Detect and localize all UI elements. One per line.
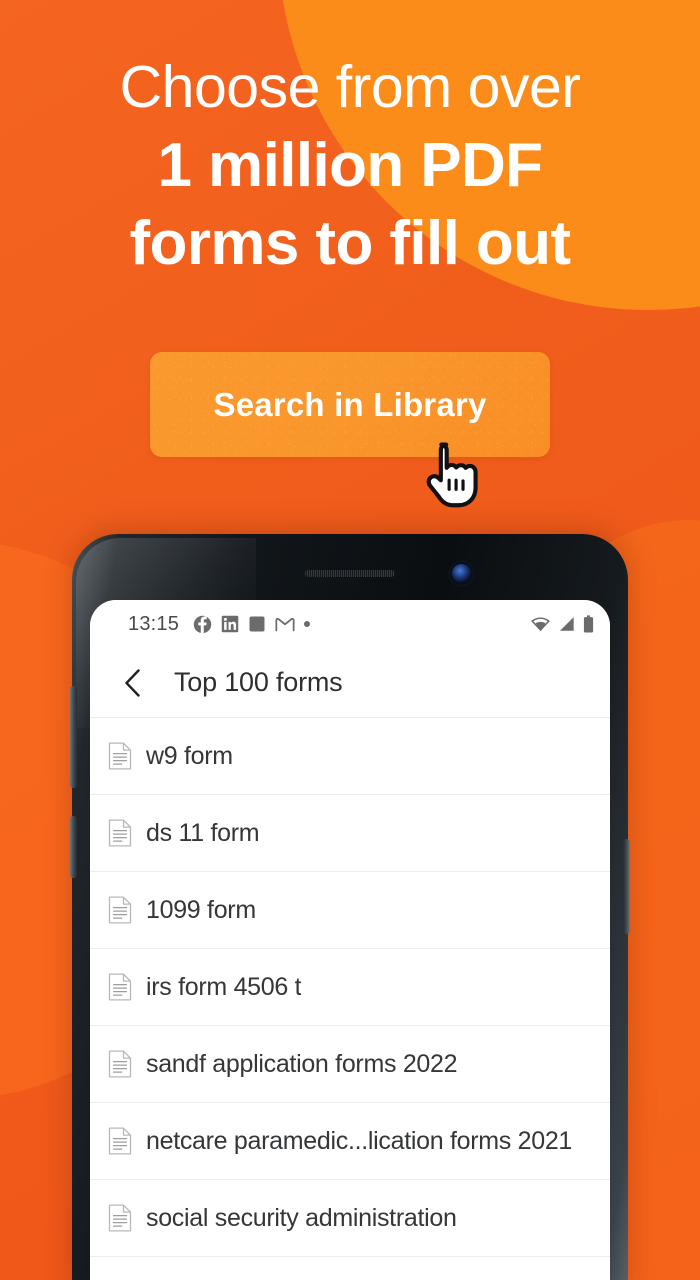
list-item-label: 1099 form bbox=[146, 895, 256, 924]
list-item-label: w9 form bbox=[146, 741, 233, 770]
headline-line-2: 1 million PDF bbox=[157, 131, 544, 200]
gmail-icon bbox=[275, 617, 295, 632]
chevron-left-icon bbox=[125, 668, 140, 697]
document-icon bbox=[108, 1204, 132, 1232]
more-dot-icon bbox=[304, 621, 311, 627]
phone-volume-up-button[interactable] bbox=[70, 686, 77, 788]
phone-front-camera bbox=[452, 564, 471, 583]
document-icon bbox=[108, 973, 132, 1001]
square-app-icon bbox=[249, 616, 265, 632]
list-item[interactable]: sandf application forms 2022 bbox=[90, 1026, 610, 1103]
list-item-label: irs form 4506 t bbox=[146, 972, 302, 1001]
android-status-bar: 13:15 bbox=[90, 600, 610, 648]
battery-icon bbox=[583, 615, 594, 633]
top-forms-list: w9 form ds 11 form 1099 form irs form 45… bbox=[90, 718, 610, 1280]
list-item-label: sandf application forms 2022 bbox=[146, 1049, 458, 1078]
document-icon bbox=[108, 819, 132, 847]
document-icon bbox=[108, 742, 132, 770]
headline-line-3: forms to fill out bbox=[129, 209, 572, 278]
list-item-label: ds 11 form bbox=[146, 818, 260, 847]
list-item[interactable]: 1099 form bbox=[90, 872, 610, 949]
list-item-label: netcare paramedic...lication forms 2021 bbox=[146, 1126, 573, 1155]
promo-headline: Choose from over 1 million PDF forms to … bbox=[0, 58, 700, 291]
list-item[interactable]: netcare paramedic...lication forms 2021 bbox=[90, 1103, 610, 1180]
phone-screen: 13:15 Top 100 forms w9 form ds 11 form 1… bbox=[90, 600, 610, 1280]
cellular-signal-icon bbox=[559, 617, 574, 631]
page-title: Top 100 forms bbox=[174, 667, 343, 697]
phone-power-button[interactable] bbox=[623, 839, 630, 934]
document-icon bbox=[108, 896, 132, 924]
phone-mockup: 13:15 Top 100 forms w9 form ds 11 form 1… bbox=[70, 534, 630, 1280]
list-item[interactable]: social security administration bbox=[90, 1180, 610, 1257]
list-item-partial[interactable] bbox=[90, 1257, 610, 1280]
headline-line-1: Choose from over bbox=[119, 54, 581, 120]
phone-volume-down-button[interactable] bbox=[70, 816, 77, 878]
promo-screenshot: Choose from over 1 million PDF forms to … bbox=[0, 0, 700, 1280]
list-item[interactable]: ds 11 form bbox=[90, 795, 610, 872]
list-item[interactable]: irs form 4506 t bbox=[90, 949, 610, 1026]
phone-earpiece-speaker bbox=[305, 570, 395, 577]
status-bar-notification-icons bbox=[193, 615, 311, 634]
wifi-icon bbox=[531, 617, 550, 632]
status-bar-clock: 13:15 bbox=[128, 612, 180, 635]
back-button[interactable] bbox=[110, 660, 156, 706]
list-item-label: social security administration bbox=[146, 1203, 457, 1232]
status-bar-system-icons bbox=[530, 615, 594, 633]
facebook-icon bbox=[193, 615, 212, 634]
list-item[interactable]: w9 form bbox=[90, 718, 610, 795]
document-icon bbox=[108, 1127, 132, 1155]
document-icon bbox=[108, 1050, 132, 1078]
search-in-library-button[interactable]: Search in Library bbox=[150, 352, 550, 457]
app-bar: Top 100 forms bbox=[90, 648, 610, 718]
linkedin-icon bbox=[221, 615, 239, 633]
